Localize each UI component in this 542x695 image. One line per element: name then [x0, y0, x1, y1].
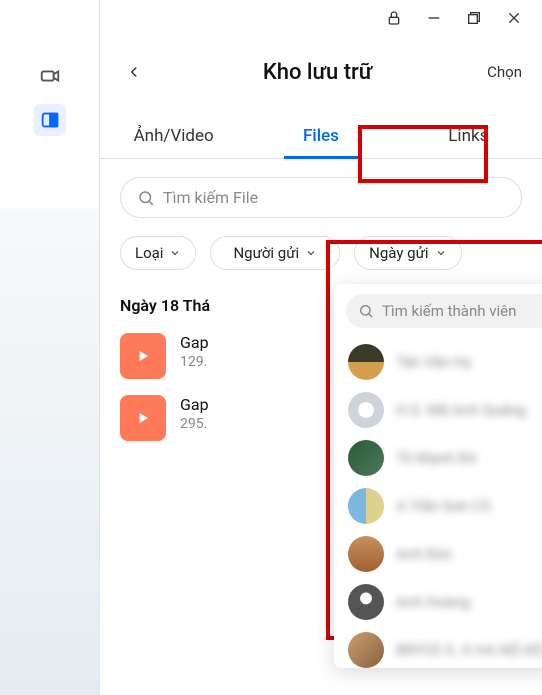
video-file-icon: [120, 395, 166, 441]
tabs: Ảnh/Video Files Links: [100, 114, 542, 159]
filter-date[interactable]: Ngày gửi: [354, 236, 461, 270]
search-placeholder: Tìm kiếm File: [163, 188, 258, 207]
choose-button[interactable]: Chọn: [487, 63, 522, 81]
maximize-icon[interactable]: [466, 10, 482, 30]
search-input[interactable]: Tìm kiếm File: [120, 177, 522, 218]
avatar: [348, 584, 384, 620]
video-icon[interactable]: [34, 60, 66, 92]
member-item[interactable]: A Trần Sơn C5: [334, 482, 542, 530]
member-item[interactable]: Tô Mạnh Đô: [334, 434, 542, 482]
video-file-icon: [120, 333, 166, 379]
left-rail: [0, 0, 100, 695]
member-item[interactable]: Anh Đức: [334, 530, 542, 578]
avatar: [348, 632, 384, 668]
main-panel: Kho lưu trữ Chọn Ảnh/Video Files Links T…: [100, 0, 542, 695]
filter-sender[interactable]: Người gửi: [210, 236, 340, 270]
panel-icon[interactable]: [34, 104, 66, 136]
search-icon: [137, 189, 155, 207]
member-item[interactable]: Tân Văn Hy: [334, 338, 542, 386]
tab-files[interactable]: Files: [247, 114, 394, 158]
chevron-down-icon: [169, 247, 181, 259]
close-icon[interactable]: [506, 10, 522, 30]
tab-photo-video[interactable]: Ảnh/Video: [100, 114, 247, 158]
avatar: [348, 344, 384, 380]
member-item[interactable]: H.S. Mã Anh Quảng: [334, 386, 542, 434]
avatar: [348, 488, 384, 524]
avatar: [348, 440, 384, 476]
minimize-icon[interactable]: [426, 10, 442, 30]
search-icon: [358, 303, 374, 319]
member-item[interactable]: BRYCE S. A HA NỘ ĐỘ: [334, 626, 542, 668]
filter-type[interactable]: Loại: [120, 236, 196, 270]
avatar: [348, 392, 384, 428]
tab-links[interactable]: Links: [395, 114, 542, 158]
member-search-input[interactable]: Tìm kiếm thành viên: [346, 294, 542, 328]
avatar: [348, 536, 384, 572]
chevron-down-icon: [435, 247, 447, 259]
chevron-down-icon: [305, 247, 317, 259]
sender-dropdown: Tìm kiếm thành viên Tân Văn Hy H.S. Mã A…: [334, 284, 542, 668]
back-button[interactable]: [120, 58, 148, 86]
lock-icon[interactable]: [386, 10, 402, 30]
member-item[interactable]: Anh Hoàng: [334, 578, 542, 626]
page-title: Kho lưu trữ: [148, 60, 487, 85]
